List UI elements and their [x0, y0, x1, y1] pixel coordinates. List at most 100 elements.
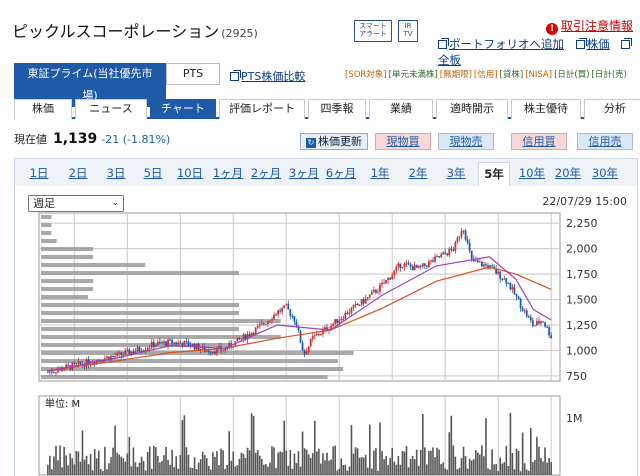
nav-tab[interactable]: 適時開示	[436, 99, 508, 119]
candle-body	[112, 356, 114, 358]
candle-body	[264, 324, 267, 326]
range-tab[interactable]: 3日	[103, 164, 129, 182]
candle-body	[167, 339, 169, 346]
volume-bar	[366, 467, 369, 475]
nav-tab[interactable]: 業績	[369, 99, 433, 119]
stock-price-link[interactable]: 株価	[575, 37, 610, 51]
range-tab[interactable]: 5日	[140, 164, 166, 182]
range-tab[interactable]: 2ヶ月	[249, 164, 283, 182]
y-tick-label: 2,000	[566, 243, 598, 256]
nav-tab[interactable]: 分析	[584, 99, 640, 119]
nav-tab[interactable]: ニュース	[75, 99, 147, 119]
volume-bar	[87, 464, 90, 475]
candle-body	[375, 289, 377, 293]
candle-body	[120, 352, 123, 356]
volume-bar	[369, 424, 371, 475]
volume-bar	[460, 458, 463, 475]
volume-bar	[73, 464, 76, 475]
volume-profile-bar	[41, 231, 52, 235]
candle-body	[417, 265, 420, 268]
volume-bar	[454, 456, 457, 475]
volume-bar	[75, 451, 78, 475]
refresh-price-button[interactable]: ↻ 株価更新	[300, 133, 368, 150]
candle-body	[332, 323, 335, 327]
range-tab[interactable]: 10日	[175, 164, 205, 182]
range-tab[interactable]: 10年	[518, 164, 546, 182]
portfolio-add-link[interactable]: ポートフォリオへ追加	[438, 37, 564, 51]
candle-body	[175, 342, 178, 345]
product-tag: [SOR対象]	[345, 70, 387, 80]
volume-bar	[187, 454, 190, 475]
pts-compare-link[interactable]: PTS株価比較	[230, 68, 305, 84]
volume-profile-bar	[41, 271, 239, 275]
nav-tab[interactable]: 四季報	[308, 99, 366, 119]
volume-bar	[232, 451, 235, 475]
margin-sell-button[interactable]: 信用売	[577, 133, 633, 150]
volume-profile-bar	[41, 255, 94, 259]
candle-body	[57, 369, 59, 373]
volume-bar	[122, 458, 125, 475]
range-tab[interactable]: 2日	[65, 164, 91, 182]
candle-body	[440, 254, 443, 258]
nav-tab[interactable]: 株主優待	[511, 99, 581, 119]
volume-bar	[297, 451, 300, 475]
volume-bar	[487, 468, 489, 475]
range-tab[interactable]: 2年	[405, 164, 431, 182]
volume-bar	[181, 419, 184, 475]
candle-body	[521, 308, 524, 311]
candle-body	[413, 264, 416, 271]
range-tab[interactable]: 3年	[443, 164, 469, 182]
range-tab[interactable]: 6ヶ月	[324, 164, 358, 182]
volume-bar	[371, 468, 373, 475]
candle-body	[301, 342, 304, 351]
volume-bar	[419, 449, 422, 475]
candle-body	[138, 347, 141, 352]
volume-bar	[493, 464, 495, 475]
volume-y-tick: 1M	[566, 412, 583, 425]
range-tab[interactable]: 20年	[553, 164, 583, 182]
range-tab[interactable]: 30年	[590, 164, 620, 182]
volume-bar	[106, 469, 108, 475]
candle-body	[222, 350, 224, 352]
volume-bar	[305, 449, 308, 475]
volume-profile-bar	[41, 287, 94, 291]
range-tab[interactable]: 1日	[26, 164, 52, 182]
volume-bar	[426, 464, 428, 475]
range-tab[interactable]: 1年	[367, 164, 393, 182]
range-tab[interactable]: 5年	[478, 162, 510, 186]
cash-sell-button[interactable]: 現物売	[438, 133, 494, 150]
candle-body	[354, 303, 357, 306]
candle-body	[305, 352, 308, 355]
nav-tab[interactable]: 評価レポート	[219, 99, 305, 119]
candle-body	[307, 346, 310, 353]
candle-body	[533, 325, 536, 327]
volume-bar	[83, 459, 86, 475]
volume-profile-bar	[41, 279, 94, 283]
volume-bar	[485, 418, 487, 475]
volume-bar	[383, 459, 385, 475]
market-pts-tab[interactable]: PTS	[166, 63, 220, 85]
nav-tab[interactable]: 株価	[14, 99, 72, 119]
volume-bar	[100, 468, 102, 475]
volume-profile-bar	[41, 359, 338, 363]
volume-bar	[432, 447, 434, 475]
volume-bar	[348, 466, 351, 475]
margin-buy-button[interactable]: 信用買	[511, 133, 567, 150]
range-tab[interactable]: 1ヶ月	[211, 164, 245, 182]
range-tab[interactable]: 3ヶ月	[287, 164, 321, 182]
candle-body	[468, 242, 471, 251]
volume-bar	[236, 465, 239, 475]
candle-body	[283, 305, 286, 308]
nav-tab[interactable]: チャート	[150, 99, 216, 119]
volume-bar	[128, 436, 131, 475]
volume-bar	[193, 457, 196, 475]
volume-bar	[124, 461, 127, 475]
candle-body	[501, 279, 504, 281]
volume-bar	[503, 462, 506, 475]
volume-bar	[360, 457, 363, 475]
trade-warning-link[interactable]: ! 取引注意情報	[546, 17, 633, 35]
ir-tv-badge[interactable]: IR TV	[398, 20, 418, 42]
candle-body	[63, 369, 66, 371]
smart-alert-badge[interactable]: スマート アラート	[354, 20, 392, 42]
cash-buy-button[interactable]: 現物買	[375, 133, 431, 150]
